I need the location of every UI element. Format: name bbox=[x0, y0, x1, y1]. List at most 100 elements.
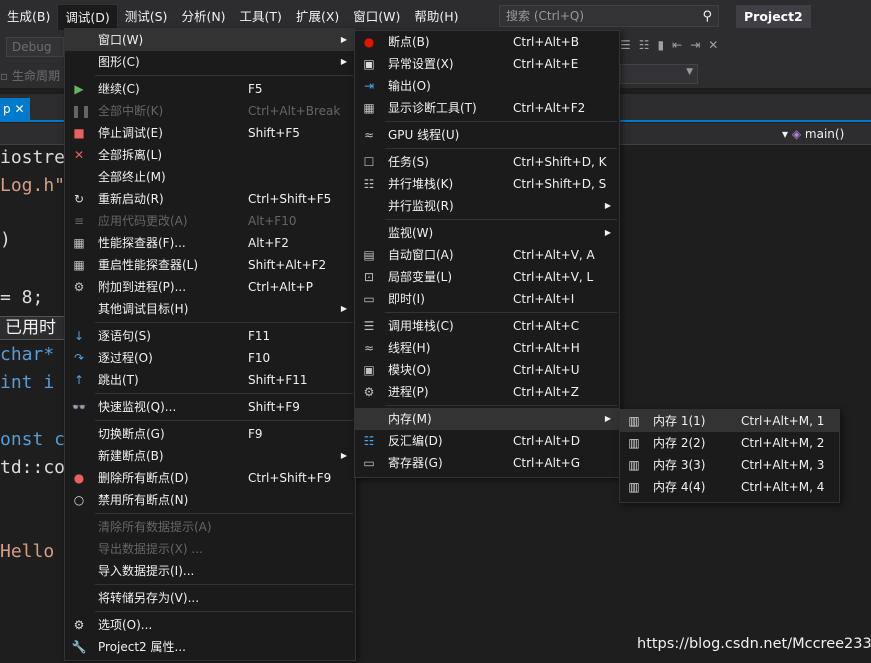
function-combo[interactable]: ▾ ◈ main() bbox=[782, 124, 871, 144]
menu-item[interactable]: 内存(M) ▶ bbox=[355, 408, 619, 430]
menu-item[interactable]: ≈ 线程(H) Ctrl+Alt+H bbox=[355, 337, 619, 359]
tasks-icon: ☐ bbox=[363, 155, 375, 169]
menu-item[interactable]: ● 断点(B) Ctrl+Alt+B bbox=[355, 31, 619, 53]
menu-item[interactable]: ● 删除所有断点(D) Ctrl+Shift+F9 bbox=[65, 467, 355, 489]
search-icon[interactable]: ⚲ bbox=[702, 7, 712, 27]
bookmark-next-icon[interactable]: ⇥ bbox=[690, 38, 700, 52]
menu-item[interactable]: ▣ 模块(O) Ctrl+Alt+U bbox=[355, 359, 619, 381]
menu-item[interactable]: ✕ 全部拆离(L) bbox=[65, 144, 355, 166]
menu-item-label: 切换断点(G) bbox=[98, 427, 165, 441]
menu-help[interactable]: 帮助(H) bbox=[407, 4, 465, 30]
menu-item-shortcut: Ctrl+Shift+F5 bbox=[248, 192, 332, 206]
menu-item-label: 禁用所有断点(N) bbox=[98, 493, 189, 507]
immediate-icon: ▭ bbox=[363, 292, 375, 306]
menu-item[interactable]: 其他调试目标(H) ▶ bbox=[65, 298, 355, 320]
menu-item[interactable]: ○ 禁用所有断点(N) bbox=[65, 489, 355, 511]
menu-analyze[interactable]: 分析(N) bbox=[174, 4, 232, 30]
menu-item[interactable]: ▥ 内存 2(2) Ctrl+Alt+M, 2 bbox=[620, 432, 839, 454]
menu-item-label: 重启性能探查器(L) bbox=[98, 258, 199, 272]
menu-item[interactable]: ⚙ 进程(P) Ctrl+Alt+Z bbox=[355, 381, 619, 403]
menu-item[interactable]: 导入数据提示(I)... bbox=[65, 560, 355, 582]
autos-icon: ▤ bbox=[363, 248, 375, 262]
menu-item[interactable]: ☷ 反汇编(D) Ctrl+Alt+D bbox=[355, 430, 619, 452]
menu-debug[interactable]: 调试(D) bbox=[57, 3, 118, 30]
menu-item[interactable]: ☐ 任务(S) Ctrl+Shift+D, K bbox=[355, 151, 619, 173]
menu-item[interactable]: ▦ 性能探查器(F)... Alt+F2 bbox=[65, 232, 355, 254]
submenu-arrow-icon: ▶ bbox=[340, 35, 347, 44]
chevron-down-icon: ▼ bbox=[686, 67, 693, 77]
lifecycle-label: ▫ 生命周期 bbox=[0, 69, 60, 83]
document-tab[interactable]: p ✕ bbox=[0, 98, 30, 120]
submenu-arrow-icon: ▶ bbox=[604, 228, 611, 237]
menu-item-label: 显示诊断工具(T) bbox=[388, 101, 477, 115]
menu-item-label: 全部拆离(L) bbox=[98, 148, 163, 162]
menu-item[interactable]: ▥ 内存 1(1) Ctrl+Alt+M, 1 bbox=[620, 410, 839, 432]
delete-breakpoints-icon: ● bbox=[73, 471, 85, 485]
menu-item: 导出数据提示(X) ... bbox=[65, 538, 355, 560]
menu-item[interactable]: ⇥ 输出(O) bbox=[355, 75, 619, 97]
menu-build[interactable]: 生成(B) bbox=[0, 4, 57, 30]
close-icon[interactable]: ✕ bbox=[14, 102, 24, 116]
menu-item[interactable]: ≈ GPU 线程(U) bbox=[355, 124, 619, 146]
processes-icon: ⚙ bbox=[363, 385, 375, 399]
menu-extensions[interactable]: 扩展(X) bbox=[289, 4, 346, 30]
search-input[interactable]: 搜索 (Ctrl+Q) ⚲ bbox=[499, 5, 719, 27]
menu-item[interactable]: ↻ 重新启动(R) Ctrl+Shift+F5 bbox=[65, 188, 355, 210]
memory-submenu: ▥ 内存 1(1) Ctrl+Alt+M, 1 ▥ 内存 2(2) Ctrl+Alt+M,… bbox=[619, 409, 840, 503]
comment-icon[interactable]: ☷ bbox=[639, 38, 650, 52]
method-icon: ◈ bbox=[791, 127, 802, 141]
menu-item[interactable]: ▦ 重启性能探查器(L) Shift+Alt+F2 bbox=[65, 254, 355, 276]
step-into-icon: ↓ bbox=[73, 329, 85, 343]
menu-item-label: 跳出(T) bbox=[98, 373, 139, 387]
menu-item[interactable]: ▣ 异常设置(X) Ctrl+Alt+E bbox=[355, 53, 619, 75]
menu-item[interactable]: ☰ 调用堆栈(C) Ctrl+Alt+C bbox=[355, 315, 619, 337]
menu-item[interactable]: ▤ 自动窗口(A) Ctrl+Alt+V, A bbox=[355, 244, 619, 266]
bookmark-icon[interactable]: ▮ bbox=[658, 38, 665, 52]
menu-item[interactable]: ▦ 显示诊断工具(T) Ctrl+Alt+F2 bbox=[355, 97, 619, 119]
menu-test[interactable]: 测试(S) bbox=[118, 4, 175, 30]
bookmark-prev-icon[interactable]: ⇤ bbox=[672, 38, 682, 52]
submenu-arrow-icon: ▶ bbox=[604, 414, 611, 423]
menu-item[interactable]: ⊡ 局部变量(L) Ctrl+Alt+V, L bbox=[355, 266, 619, 288]
menu-window[interactable]: 窗口(W) bbox=[346, 4, 407, 30]
menu-item[interactable]: 窗口(W) ▶ bbox=[65, 29, 355, 51]
menu-item-label: GPU 线程(U) bbox=[388, 128, 460, 142]
menu-item[interactable]: ▥ 内存 3(3) Ctrl+Alt+M, 3 bbox=[620, 454, 839, 476]
menu-item[interactable]: 并行监视(R) ▶ bbox=[355, 195, 619, 217]
menu-item[interactable]: ⚙ 选项(O)... bbox=[65, 614, 355, 636]
submenu-arrow-icon: ▶ bbox=[604, 201, 611, 210]
configuration-combo[interactable]: Debug bbox=[6, 37, 64, 57]
menu-item[interactable]: ↑ 跳出(T) Shift+F11 bbox=[65, 369, 355, 391]
menu-item[interactable]: 图形(C) ▶ bbox=[65, 51, 355, 73]
function-label: main() bbox=[804, 127, 845, 141]
menu-item[interactable]: ▭ 寄存器(G) Ctrl+Alt+G bbox=[355, 452, 619, 474]
menu-tools[interactable]: 工具(T) bbox=[233, 4, 289, 30]
menu-item[interactable]: ☷ 并行堆栈(K) Ctrl+Shift+D, S bbox=[355, 173, 619, 195]
menu-item[interactable]: 将转储另存为(V)... bbox=[65, 587, 355, 609]
code-line-9: Hello bbox=[0, 541, 55, 562]
menu-item[interactable]: ■ 停止调试(E) Shift+F5 bbox=[65, 122, 355, 144]
menu-item[interactable]: 监视(W) ▶ bbox=[355, 222, 619, 244]
toolbar-combo[interactable]: ▼ bbox=[620, 64, 698, 84]
menu-item-label: 附加到进程(P)... bbox=[98, 280, 187, 294]
profiler-icon: ▦ bbox=[73, 236, 85, 250]
menu-item[interactable]: ▥ 内存 4(4) Ctrl+Alt+M, 4 bbox=[620, 476, 839, 498]
menu-item-shortcut: Shift+F11 bbox=[248, 373, 308, 387]
menu-item-label: 自动窗口(A) bbox=[388, 248, 454, 262]
exception-settings-icon: ▣ bbox=[363, 57, 375, 71]
menu-item[interactable]: 新建断点(B) ▶ bbox=[65, 445, 355, 467]
menu-item[interactable]: 👓 快速监视(Q)... Shift+F9 bbox=[65, 396, 355, 418]
menu-item[interactable]: 全部终止(M) bbox=[65, 166, 355, 188]
menu-item[interactable]: ▭ 即时(I) Ctrl+Alt+I bbox=[355, 288, 619, 310]
indent-icon[interactable]: ☰ bbox=[620, 38, 631, 52]
menu-item[interactable]: ⚙ 附加到进程(P)... Ctrl+Alt+P bbox=[65, 276, 355, 298]
menu-item-shortcut: Shift+F9 bbox=[248, 400, 300, 414]
menu-item[interactable]: ▶ 继续(C) F5 bbox=[65, 78, 355, 100]
menu-item[interactable]: ↓ 逐语句(S) F11 bbox=[65, 325, 355, 347]
bookmark-clear-icon[interactable]: ✕ bbox=[708, 38, 718, 52]
menu-item[interactable]: ↷ 逐过程(O) F10 bbox=[65, 347, 355, 369]
menu-item[interactable]: 🔧 Project2 属性... bbox=[65, 636, 355, 658]
menu-item[interactable]: 切换断点(G) F9 bbox=[65, 423, 355, 445]
menu-item-label: 应用代码更改(A) bbox=[98, 214, 188, 228]
menu-item-label: 导入数据提示(I)... bbox=[98, 564, 195, 578]
